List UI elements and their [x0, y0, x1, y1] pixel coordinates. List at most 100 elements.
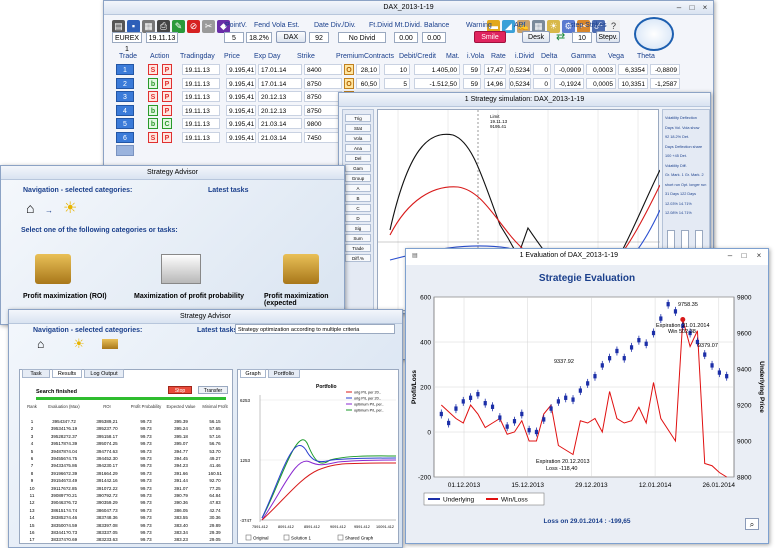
cell-exp[interactable]: 17.01.14 — [258, 77, 302, 89]
cell-rate[interactable]: 0,5234 — [509, 77, 531, 89]
sim-left-button[interactable]: Sum — [345, 234, 371, 242]
action-type[interactable]: P — [162, 77, 172, 89]
cell-price[interactable]: 9.195,41 — [226, 77, 256, 89]
date-field[interactable]: 19.11.13 — [146, 32, 178, 43]
stepv-button[interactable]: Stepv. — [596, 31, 620, 43]
row-number[interactable]: 6 — [116, 131, 134, 143]
pointv-field[interactable]: 5 — [224, 32, 244, 43]
category-expected[interactable]: Profit maximization (expected — [264, 293, 344, 307]
cell-day[interactable]: 19.11.13 — [182, 91, 220, 102]
cell-strike[interactable]: 8750 — [304, 91, 342, 102]
cell-price[interactable]: 9.195,41 — [226, 118, 256, 129]
fend-field[interactable]: 92 — [309, 32, 329, 43]
cell-contr[interactable]: 5 — [384, 77, 410, 89]
action-side[interactable]: S — [148, 131, 158, 143]
eval-close-icon[interactable]: × — [753, 250, 765, 261]
cell-debit[interactable]: 1.405,00 — [414, 64, 460, 75]
smile-button[interactable]: Smile — [474, 31, 506, 43]
action-type[interactable]: P — [162, 91, 172, 102]
cell-vola[interactable]: 14,96 — [484, 77, 506, 89]
cell-delta[interactable]: -0,1924 — [554, 77, 584, 89]
cell-delta[interactable]: -0,0909 — [554, 64, 584, 75]
cell-day[interactable]: 19.11.13 — [182, 64, 220, 75]
cell-vega[interactable]: 6,3354 — [618, 64, 648, 75]
cell-day[interactable]: 19.11.13 — [182, 118, 220, 129]
result-row[interactable]: 3 395282?2.37 395158.17 99.73 395.18 57.16 — [24, 433, 230, 440]
cell-exp[interactable]: 21.03.14 — [258, 118, 302, 129]
option-type[interactable]: O — [344, 77, 354, 89]
cell-vola[interactable]: 17,47 — [484, 64, 506, 75]
row-number[interactable] — [116, 145, 134, 156]
podium-expected-icon[interactable] — [283, 254, 319, 284]
cell-exp[interactable]: 20.12.13 — [258, 91, 302, 102]
cell-prem[interactable]: 60,50 — [356, 77, 380, 89]
result-row[interactable]: 5 394878?4.04 394774.63 99.73 394.77 53.70 — [24, 448, 230, 455]
divid2-field[interactable]: 0.00 — [422, 32, 446, 43]
cell-rate[interactable]: 0,5234 — [509, 64, 531, 75]
action-type[interactable]: P — [162, 64, 172, 75]
cell-day[interactable]: 19.11.13 — [182, 104, 220, 116]
sim-left-button[interactable]: A — [345, 184, 371, 192]
divid1-field[interactable]: 0.00 — [394, 32, 418, 43]
cell-strike[interactable]: 8750 — [304, 77, 342, 89]
minimize-icon[interactable]: – — [673, 2, 685, 13]
sim-left-button[interactable]: Sig — [345, 224, 371, 232]
row-number[interactable]: 3 — [116, 91, 134, 102]
cell-exp[interactable]: 20.12.13 — [258, 104, 302, 116]
row-number[interactable]: 1 — [116, 64, 134, 75]
result-row[interactable]: 14 383852?4.46 383748.36 99.73 383.55 30.36 — [24, 514, 230, 521]
row-number[interactable]: 5 — [116, 118, 134, 129]
arrow-icon[interactable]: ⇄ — [556, 30, 565, 43]
cell-price[interactable]: 9.195,41 — [226, 131, 256, 143]
result-row[interactable]: 12 390463?6.72 390359.29 99.73 390.36 47.83 — [24, 499, 230, 506]
cell-strike[interactable]: 7450 — [304, 131, 342, 143]
stop-icon[interactable]: ⊘ — [187, 20, 200, 33]
lightbulb-icon[interactable]: ☀ — [63, 198, 77, 218]
cell-exp[interactable]: 21.03.14 — [258, 131, 302, 143]
action-side[interactable]: b — [148, 118, 158, 129]
result-row[interactable]: 10 391176?2.85 391072.22 99.73 391.07 77.25 — [24, 485, 230, 492]
tab-task[interactable]: Task — [22, 369, 50, 378]
category-roi[interactable]: Profit maximization (ROI) — [23, 293, 107, 300]
cell-mat[interactable]: 59 — [463, 77, 481, 89]
sim-left-button[interactable]: Group — [345, 174, 371, 182]
category-probability[interactable]: Maximization of profit probability — [134, 293, 244, 300]
sim-left-button[interactable]: Trade — [345, 244, 371, 252]
sim-left-button[interactable]: Gam — [345, 164, 371, 172]
cell-price[interactable]: 9.195,41 — [226, 64, 256, 75]
result-row[interactable]: 17 383374?0.69 383233.63 99.73 383.23 29.05 — [24, 536, 230, 543]
action-type[interactable]: P — [162, 131, 172, 143]
podium-roi-icon[interactable] — [35, 254, 71, 284]
sim-left-button[interactable]: Vola — [345, 134, 371, 142]
cell-vega[interactable]: 10,3351 — [618, 77, 648, 89]
exchange-field[interactable]: EUREX 1 — [112, 32, 142, 53]
sim-left-button[interactable]: B — [345, 194, 371, 202]
cell-theta[interactable]: -0,8809 — [650, 64, 680, 75]
maximize-icon[interactable]: □ — [686, 2, 698, 13]
zoom-icon[interactable]: ⌕ — [745, 518, 759, 530]
sim-left-button[interactable]: Del — [345, 154, 371, 162]
nodivid-select[interactable]: No Divid — [338, 32, 386, 43]
result-row[interactable]: 9 391546?3.49 391442.16 99.73 391.44 92.70 — [24, 477, 230, 484]
cell-div[interactable]: 0 — [533, 77, 551, 89]
eval-minimize-icon[interactable]: – — [724, 250, 736, 261]
result-row[interactable]: 13 386151?4.74 386047.73 99.73 386.05 42.74 — [24, 507, 230, 514]
cell-price[interactable]: 9.195,41 — [226, 91, 256, 102]
action-side[interactable]: b — [148, 104, 158, 116]
cell-day[interactable]: 19.11.13 — [182, 77, 220, 89]
row-number[interactable]: 4 — [116, 104, 134, 116]
result-row[interactable]: 1 395434?.72 395389,21 99.73 395.39 56.15 — [24, 418, 230, 425]
result-row[interactable]: 8 391966?2.39 391664.29 99.73 391.66 160.51 — [24, 470, 230, 477]
result-row[interactable]: 15 383500?4.59 383397.08 99.73 383.40 29.89 — [24, 522, 230, 529]
cell-exp[interactable]: 17.01.14 — [258, 64, 302, 75]
cell-mat[interactable]: 59 — [463, 64, 481, 75]
underlying-button[interactable]: DAX — [276, 31, 306, 43]
home-icon-2[interactable]: ⌂ — [37, 337, 44, 351]
action-side[interactable]: S — [148, 64, 158, 75]
cell-debit[interactable]: -1.512,50 — [414, 77, 460, 89]
row-number[interactable]: 2 — [116, 77, 134, 89]
action-side[interactable]: S — [148, 91, 158, 102]
steps-field[interactable]: 10 — [572, 32, 592, 43]
latest-task-select[interactable]: Strategy optimization according to multi… — [235, 324, 395, 334]
podium-icon-2[interactable] — [102, 339, 118, 349]
